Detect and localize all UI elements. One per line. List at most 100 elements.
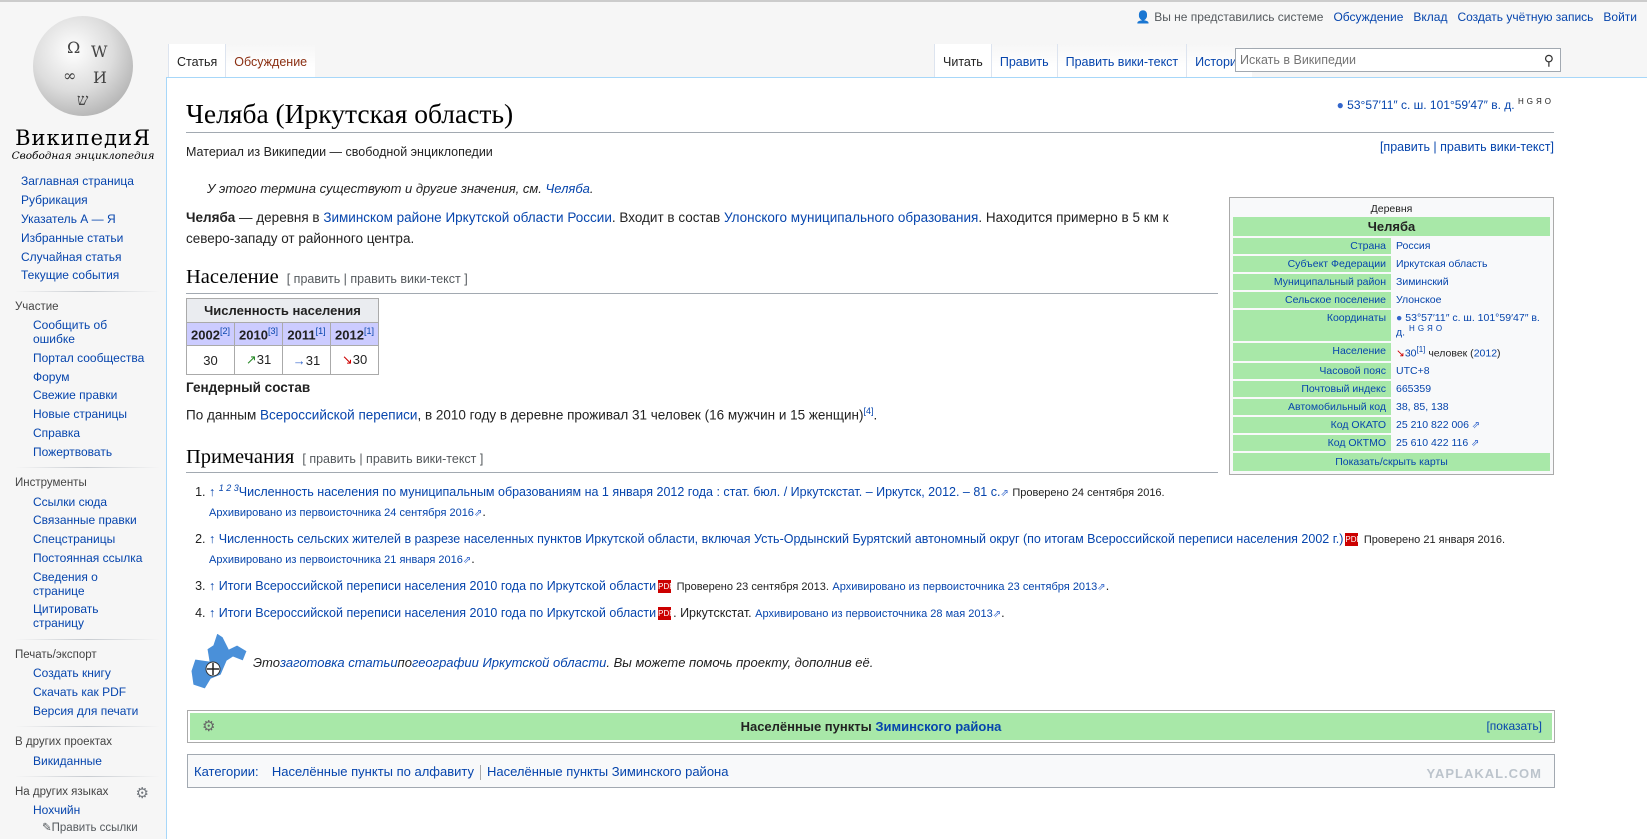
sidebar-item[interactable]: Сведения о странице [0,567,100,600]
reference-source-link[interactable]: Итоги Всероссийской переписи населения 2… [219,606,656,620]
sidebar-item[interactable]: Текущие события [0,266,168,285]
sidebar-item[interactable]: Свежие правки [0,386,168,405]
infobox-text[interactable]: 38, 85, 138 [1396,401,1449,413]
tab-edit-source[interactable]: Править вики-текст [1056,44,1187,78]
sidebar-item[interactable]: Нохчийн [0,801,168,820]
sidebar-item[interactable]: Сообщить об ошибке [0,316,115,349]
infobox-text[interactable]: Зиминский [1396,276,1449,288]
infobox-population[interactable]: 30 [1405,347,1417,359]
back-link[interactable]: ↑ [209,579,219,593]
infobox-key[interactable]: Сельское поселение [1233,292,1391,308]
infobox-value[interactable]: 665359 [1391,381,1550,397]
tab-edit[interactable]: Править [990,44,1057,78]
link-district[interactable]: Зиминском районе [323,210,441,225]
back-link[interactable]: ↑ [209,606,219,620]
sidebar-item[interactable]: Викиданные [0,751,168,770]
reference-source-link[interactable]: Численность сельских жителей в разрезе н… [219,532,1344,546]
sidebar-heading-participation[interactable]: Участие [0,296,168,316]
infobox-value[interactable]: Россия [1391,238,1550,254]
coordinates[interactable]: ● 53°57′11″ с. ш. 101°59′47″ в. д. HGЯO [1337,97,1554,112]
census-link[interactable]: Всероссийской переписи [260,408,417,423]
link-municipality[interactable]: Улонского муниципального образования [724,210,978,225]
infobox-key[interactable]: Автомобильный код [1233,399,1391,415]
infobox-value[interactable]: 38, 85, 138 [1391,399,1550,415]
reference-link[interactable]: [1] [316,326,326,336]
tab-discussion[interactable]: Обсуждение [225,44,316,78]
infobox-text[interactable]: 665359 [1396,383,1431,395]
sidebar-item[interactable]: Справка [0,424,168,443]
sidebar-item[interactable]: Избранные статьи [0,228,168,247]
infobox-value[interactable]: Зиминский [1391,274,1550,290]
infobox-key[interactable]: Муниципальный район [1233,274,1391,290]
reference-source-link[interactable]: Итоги Всероссийской переписи населения 2… [219,579,656,593]
back-link[interactable]: ↑ [209,485,219,499]
sidebar-heading-languages[interactable]: На других языках ⚙ [0,781,168,802]
sidebar-item[interactable]: Случайная статья [0,247,168,266]
sidebar-heading-tools[interactable]: Инструменты [0,472,168,492]
categories-label[interactable]: Категории: [194,764,259,779]
sidebar-item[interactable]: Пожертвовать [0,442,168,461]
reference-source-link[interactable]: Численность населения по муниципальным о… [239,485,1001,499]
infobox-text[interactable]: 25 610 422 116 [1396,437,1468,449]
infobox-value[interactable]: Иркутская область [1391,256,1550,272]
gear-icon[interactable]: ⚙ [136,784,149,802]
stub-link[interactable]: заготовка статьи [280,655,398,670]
contributions-link[interactable]: Вклад [1413,10,1447,24]
infobox-text[interactable]: UTC+8 [1396,365,1430,377]
sidebar-item[interactable]: Спецстраницы [0,530,168,549]
edit-links[interactable]: ✎Править ссылки [0,820,168,834]
edit-section-links[interactable]: [ править | править вики-текст ] [302,452,483,466]
sidebar-heading-projects[interactable]: В других проектах [0,731,168,751]
infobox-text[interactable]: Иркутская область [1396,258,1487,270]
talk-link[interactable]: Обсуждение [1333,10,1403,24]
infobox-key[interactable]: Код ОКАТО [1233,417,1391,433]
tab-article[interactable]: Статья [168,44,226,78]
login-link[interactable]: Войти [1603,10,1637,24]
navbox-show-toggle[interactable]: [показать] [1486,713,1542,740]
link-region[interactable]: Иркутской области [445,210,563,225]
infobox-value[interactable]: 25 610 422 116 ⇗ [1391,435,1550,451]
sidebar-item[interactable]: Новые страницы [0,405,168,424]
toggle-maps-button[interactable]: Показать/скрыть карты [1233,453,1550,471]
backref-letters[interactable]: 1 2 3 [219,483,239,493]
reference-link[interactable]: [1] [364,326,374,336]
infobox-key[interactable]: Население [1233,342,1391,361]
sidebar-item[interactable]: Версия для печати [0,701,168,720]
archive-link[interactable]: Архивировано из первоисточника 21 января… [209,554,463,566]
coords-link[interactable]: 53°57′11″ с. ш. 101°59′47″ в. д. [1347,98,1514,112]
category-link[interactable]: Населённые пункты Зиминского района [487,764,728,779]
infobox-text[interactable]: 25 210 822 006 [1396,419,1469,431]
reference-link[interactable]: [2] [220,326,230,336]
sidebar-item[interactable]: Форум [0,367,168,386]
edit-section-links[interactable]: [ править | править вики-текст ] [287,272,468,286]
back-link[interactable]: ↑ [209,532,219,546]
sidebar-item[interactable]: Связанные правки [0,511,168,530]
edit-links-top[interactable]: [править | править вики-текст] [1380,140,1554,154]
infobox-key[interactable]: Код ОКТМО [1233,435,1391,451]
create-account-link[interactable]: Создать учётную запись [1457,10,1593,24]
infobox-key[interactable]: Страна [1233,238,1391,254]
category-link[interactable]: Населённые пункты по алфавиту [272,764,474,779]
census-ref[interactable]: [4] [863,406,873,416]
infobox-key[interactable]: Координаты [1233,310,1391,341]
archive-link[interactable]: Архивировано из первоисточника 24 сентяб… [209,507,474,519]
sidebar-item[interactable]: Создать книгу [0,664,168,683]
search-icon[interactable]: ⚲ [1544,52,1554,69]
infobox-value[interactable]: ↘30[1] человек (2012) [1391,343,1550,362]
infobox-text[interactable]: Россия [1396,240,1430,252]
infobox-text[interactable]: Улонское [1396,294,1442,306]
wikipedia-logo[interactable]: ΩW ∞ И ש ВикипедиЯ Свободная энциклопедия [8,16,158,162]
infobox-value[interactable]: Улонское [1391,292,1550,308]
infobox-value[interactable]: ● 53°57′11″ с. ш. 101°59′47″ в. д. HGЯO [1391,310,1550,341]
hatnote-link[interactable]: Челяба [546,181,590,196]
archive-link[interactable]: Архивировано из первоисточника 23 сентяб… [832,581,1097,593]
search-input[interactable] [1236,49,1526,71]
sidebar-item[interactable]: Заглавная страница [0,172,168,191]
sidebar-item[interactable]: Указатель А — Я [0,210,168,229]
archive-link[interactable]: Архивировано из первоисточника 28 мая 20… [755,608,993,620]
sidebar-item[interactable]: Цитировать страницу [0,600,100,633]
infobox-key[interactable]: Часовой пояс [1233,363,1391,379]
navbox-link[interactable]: Зиминского района [875,719,1001,734]
infobox-value[interactable]: 25 210 822 006 ⇗ [1391,417,1550,433]
coords-tags[interactable]: HGЯO [1518,97,1554,106]
